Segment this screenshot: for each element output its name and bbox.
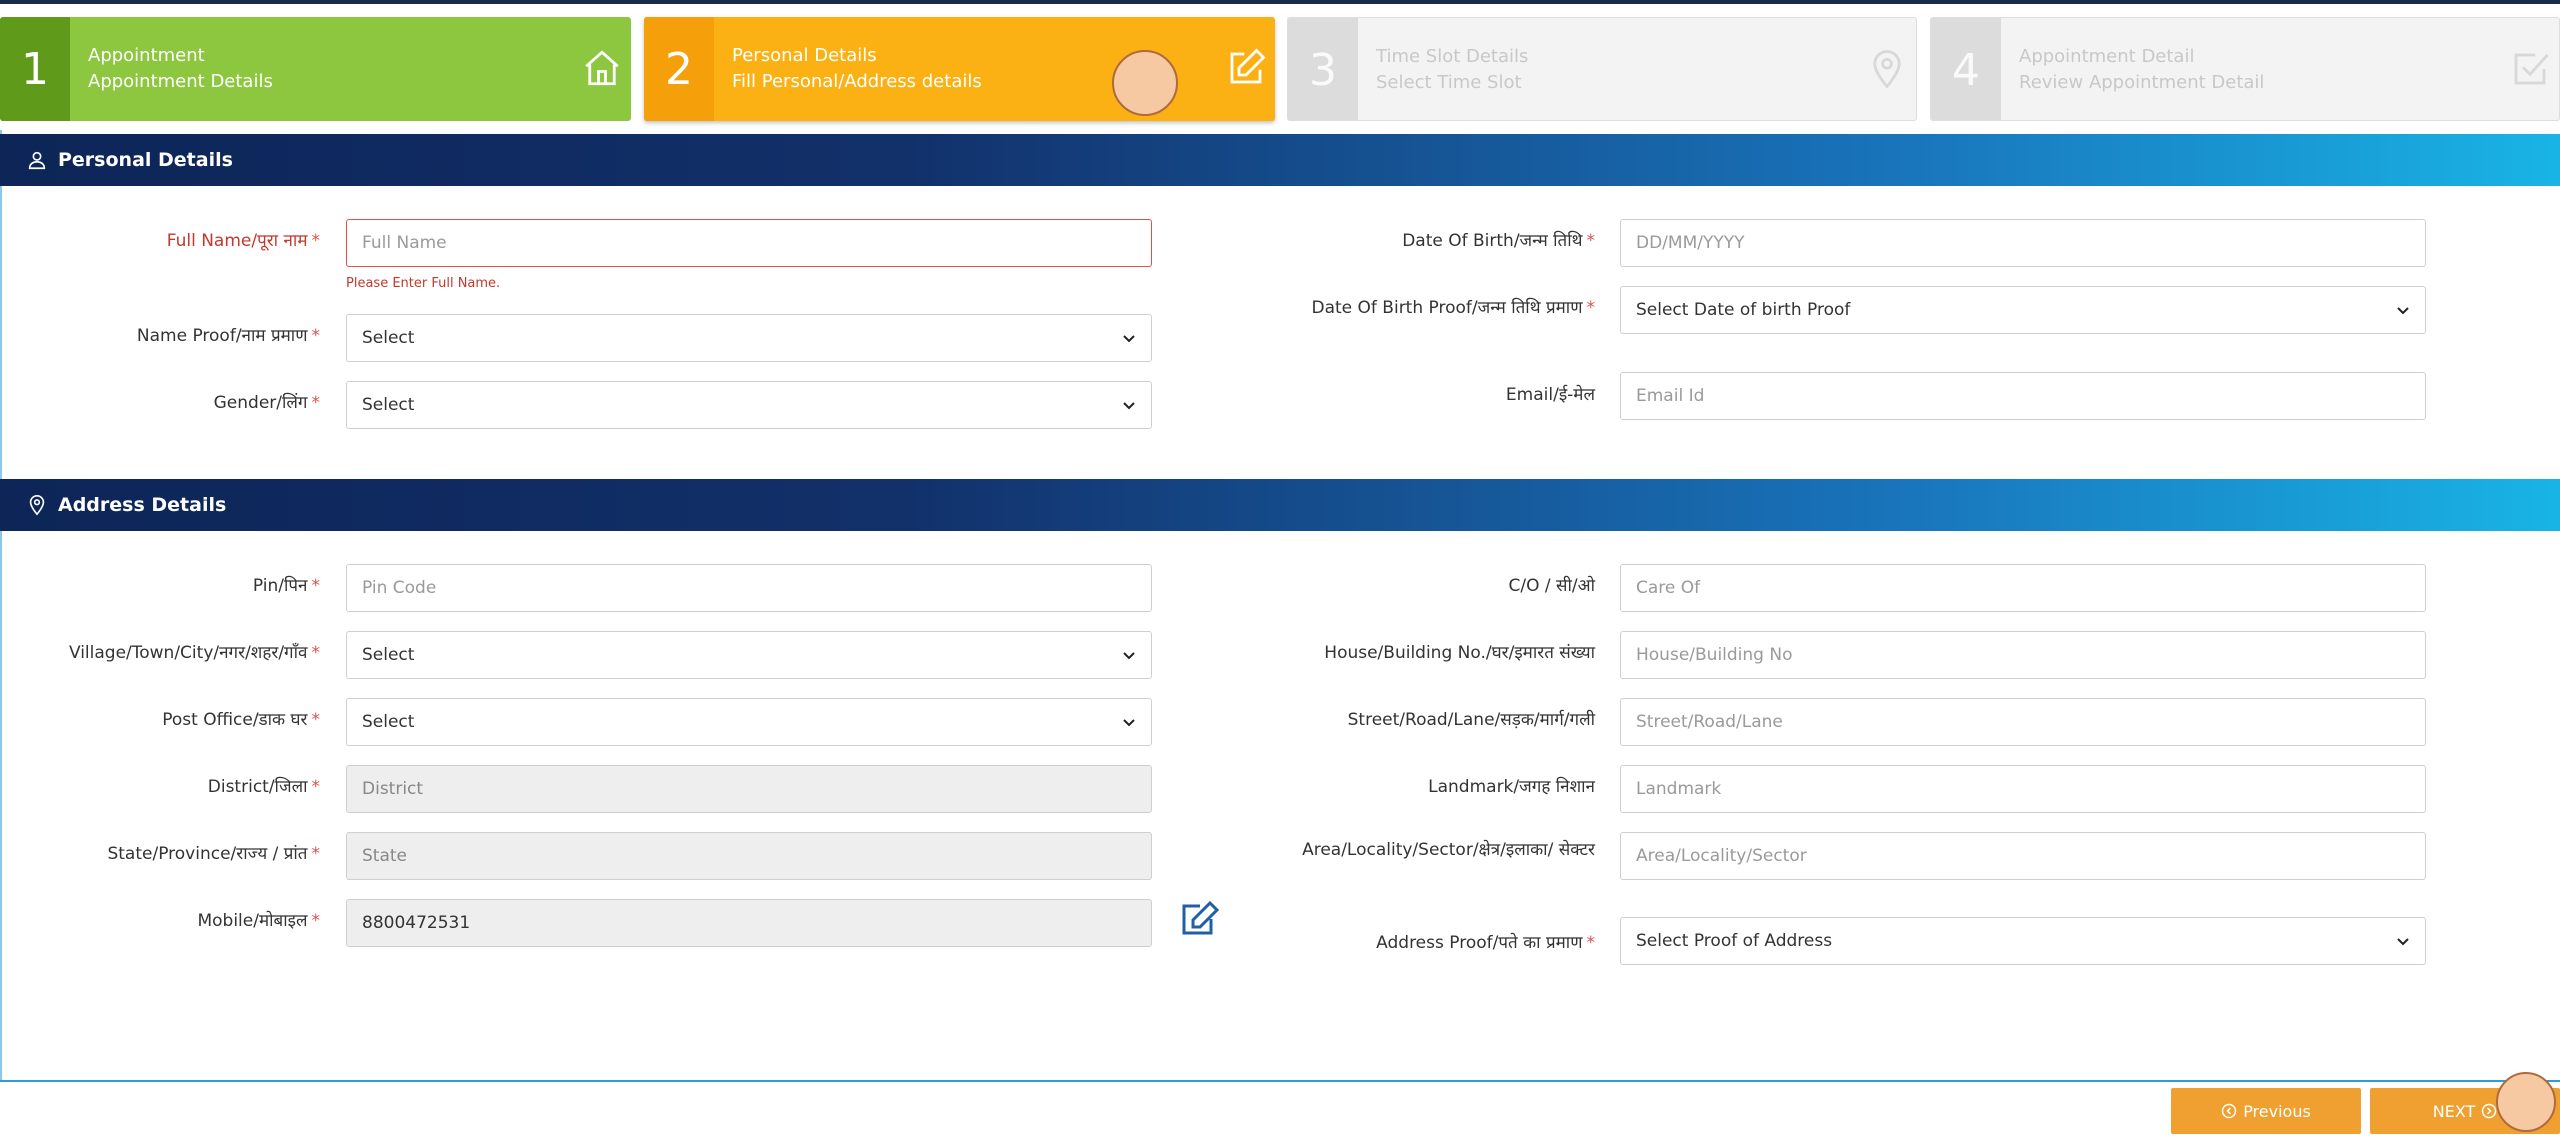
full-name-error: Please Enter Full Name.: [346, 276, 501, 291]
landmark-input[interactable]: Landmark: [1620, 765, 2426, 813]
dob-proof-select[interactable]: Select Date of birth Proof: [1620, 286, 2426, 334]
full-name-input[interactable]: Full Name: [346, 219, 1152, 267]
state-label: State/Province/राज्य / प्रांत *: [107, 844, 320, 864]
chevron-down-icon: [2397, 307, 2409, 315]
area-input[interactable]: Area/Locality/Sector: [1620, 832, 2426, 880]
wizard-step-review: 4 Appointment Detail Review Appointment …: [1930, 17, 2560, 121]
step-subtitle: Fill Personal/Address details: [732, 71, 982, 92]
map-pin-icon: [29, 495, 45, 516]
post-office-select[interactable]: Select: [346, 698, 1152, 746]
step-number: 4: [1931, 18, 2001, 120]
address-details-header: Address Details: [0, 479, 2560, 531]
previous-button[interactable]: Previous: [2171, 1088, 2361, 1134]
street-label: Street/Road/Lane/सड़क/मार्ग/गली: [1347, 710, 1595, 730]
chevron-down-icon: [2397, 938, 2409, 946]
form-border: [0, 130, 2, 1080]
dob-input[interactable]: DD/MM/YYYY: [1620, 219, 2426, 267]
edit-icon: [1230, 48, 1266, 84]
landmark-label: Landmark/जगह निशान: [1428, 777, 1595, 797]
section-title: Address Details: [58, 494, 227, 516]
step-number: 1: [0, 17, 70, 121]
house-input[interactable]: House/Building No: [1620, 631, 2426, 679]
arrow-left-circle-icon: [2221, 1103, 2237, 1119]
care-of-input[interactable]: Care Of: [1620, 564, 2426, 612]
top-border: [0, 0, 2560, 4]
step-number: 3: [1288, 18, 1358, 120]
footer-divider: [0, 1080, 2560, 1082]
district-input: District: [346, 765, 1152, 813]
step-title: Appointment: [88, 45, 205, 66]
mobile-label: Mobile/मोबाइल *: [197, 911, 320, 931]
street-input[interactable]: Street/Road/Lane: [1620, 698, 2426, 746]
name-proof-label: Name Proof/नाम प्रमाण *: [136, 326, 320, 346]
email-label: Email/ई-मेल: [1505, 385, 1595, 405]
name-proof-select[interactable]: Select: [346, 314, 1152, 362]
chevron-down-icon: [1123, 335, 1135, 343]
house-label: House/Building No./घर/इमारत संख्या: [1324, 643, 1595, 663]
step-number: 2: [644, 17, 714, 121]
mobile-input: 8800472531: [346, 899, 1152, 947]
dob-label: Date Of Birth/जन्म तिथि *: [1402, 231, 1595, 251]
address-proof-select[interactable]: Select Proof of Address: [1620, 917, 2426, 965]
village-select[interactable]: Select: [346, 631, 1152, 679]
section-title: Personal Details: [58, 149, 233, 171]
arrow-right-circle-icon: [2482, 1103, 2497, 1119]
gender-select[interactable]: Select: [346, 381, 1152, 429]
cursor-indicator: [2496, 1072, 2556, 1132]
wizard-step-personal-details[interactable]: 2 Personal Details Fill Personal/Address…: [644, 17, 1275, 121]
gender-label: Gender/लिंग *: [213, 393, 320, 413]
area-label: Area/Locality/Sector/क्षेत्र/इलाका/ सेक्…: [1302, 840, 1595, 860]
step-subtitle: Appointment Details: [88, 71, 273, 92]
state-input: State: [346, 832, 1152, 880]
step-subtitle: Review Appointment Detail: [2019, 72, 2265, 93]
step-subtitle: Select Time Slot: [1376, 72, 1522, 93]
edit-mobile-icon[interactable]: [1178, 900, 1220, 938]
pin-label: Pin/पिन *: [252, 576, 320, 596]
personal-details-header: Personal Details: [0, 134, 2560, 186]
user-icon: [28, 151, 46, 170]
village-label: Village/Town/City/नगर/शहर/गाँव *: [68, 643, 320, 663]
pin-input[interactable]: Pin Code: [346, 564, 1152, 612]
district-label: District/जिला *: [207, 777, 320, 797]
step-title: Time Slot Details: [1376, 46, 1529, 67]
step-title: Personal Details: [732, 45, 877, 66]
wizard-step-time-slot: 3 Time Slot Details Select Time Slot: [1287, 17, 1917, 121]
dob-proof-label: Date Of Birth Proof/जन्म तिथि प्रमाण *: [1311, 298, 1596, 318]
map-pin-icon: [1873, 50, 1901, 89]
post-office-label: Post Office/डाक घर *: [162, 710, 320, 730]
care-of-label: C/O / सी/ओ: [1508, 576, 1595, 596]
step-title: Appointment Detail: [2019, 46, 2195, 67]
home-icon: [585, 50, 619, 86]
chevron-down-icon: [1123, 402, 1135, 410]
cursor-indicator: [1112, 50, 1178, 116]
email-input[interactable]: Email Id: [1620, 372, 2426, 420]
chevron-down-icon: [1123, 719, 1135, 727]
full-name-label: Full Name/पूरा नाम *: [166, 231, 320, 251]
checkbox-icon: [2514, 53, 2549, 85]
chevron-down-icon: [1123, 652, 1135, 660]
address-proof-label: Address Proof/पते का प्रमाण *: [1376, 933, 1595, 953]
wizard-step-appointment[interactable]: 1 Appointment Appointment Details: [0, 17, 631, 121]
